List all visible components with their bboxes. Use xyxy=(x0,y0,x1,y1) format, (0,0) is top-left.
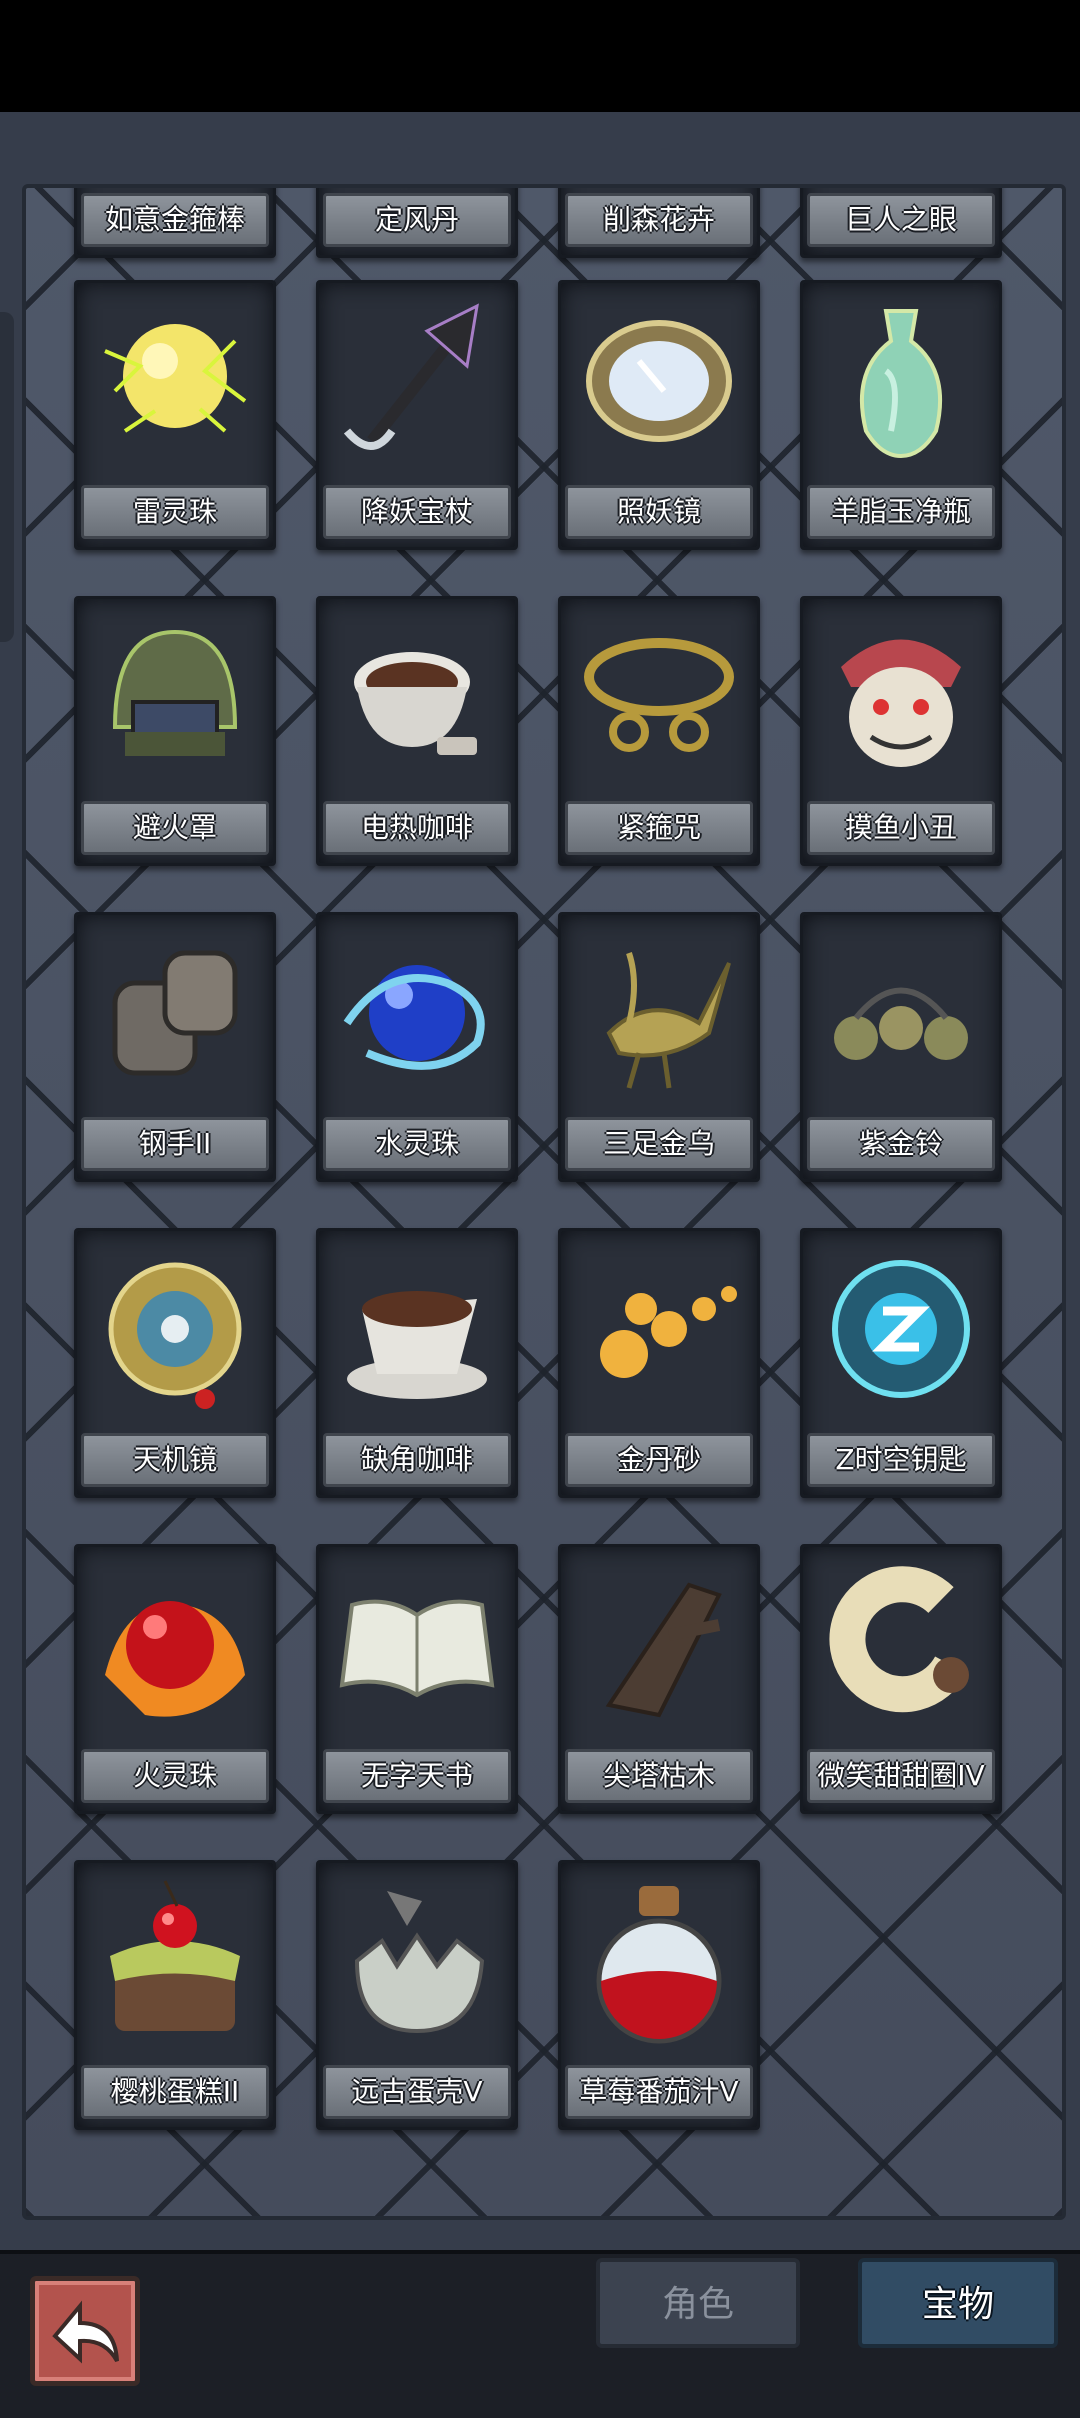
item-label: 电热咖啡 xyxy=(323,801,511,855)
item-label: 羊脂玉净瓶 xyxy=(807,485,995,539)
item-card-golden-headband[interactable]: 紧箍咒 xyxy=(558,596,760,866)
return-arrow-icon xyxy=(52,2300,119,2364)
item-label: 金丹砂 xyxy=(565,1433,753,1487)
back-button[interactable] xyxy=(30,2276,140,2386)
item-card-fire-orb[interactable]: 火灵珠 xyxy=(74,1544,276,1814)
item-card-partial[interactable]: 巨人之眼 xyxy=(800,188,1002,258)
golden-headband-icon xyxy=(569,607,749,787)
juice-potion-icon xyxy=(569,1871,749,2051)
item-label: 天机镜 xyxy=(81,1433,269,1487)
item-label: 避火罩 xyxy=(81,801,269,855)
blank-book-icon xyxy=(327,1555,507,1735)
golden-crow-icon xyxy=(569,923,749,1103)
jester-mask-icon xyxy=(811,607,991,787)
item-label: 三足金乌 xyxy=(565,1117,753,1171)
item-card-water-orb[interactable]: 水灵珠 xyxy=(316,912,518,1182)
item-card-ancient-eggshell[interactable]: 远古蛋壳V xyxy=(316,1860,518,2130)
fire-orb-icon xyxy=(85,1555,265,1735)
ancient-eggshell-icon xyxy=(327,1871,507,2051)
golden-pills-icon xyxy=(569,1239,749,1419)
treasure-grid[interactable]: 如意金箍棒 定风丹 削森花卉 巨人之眼 雷灵珠 降妖宝杖 照妖镜 羊脂玉净瓶 避… xyxy=(22,184,1066,2220)
item-label: 巨人之眼 xyxy=(807,193,995,247)
item-label: 缺角咖啡 xyxy=(323,1433,511,1487)
item-label: 微笑甜甜圈IV xyxy=(807,1749,995,1803)
demon-staff-icon xyxy=(327,291,507,471)
treasure-panel-frame: 如意金箍棒 定风丹 削森花卉 巨人之眼 雷灵珠 降妖宝杖 照妖镜 羊脂玉净瓶 避… xyxy=(0,112,1080,2250)
item-label: 尖塔枯木 xyxy=(565,1749,753,1803)
item-card-steel-gauntlet[interactable]: 钢手II xyxy=(74,912,276,1182)
item-label: 钢手II xyxy=(81,1117,269,1171)
side-handle[interactable] xyxy=(0,312,14,642)
item-card-donut[interactable]: 微笑甜甜圈IV xyxy=(800,1544,1002,1814)
item-card-fire-helmet[interactable]: 避火罩 xyxy=(74,596,276,866)
thunder-orb-icon xyxy=(85,291,265,471)
item-label: 照妖镜 xyxy=(565,485,753,539)
item-label: 远古蛋壳V xyxy=(323,2065,511,2119)
item-label: 雷灵珠 xyxy=(81,485,269,539)
item-label: 草莓番茄汁V xyxy=(565,2065,753,2119)
item-label: 摸鱼小丑 xyxy=(807,801,995,855)
item-card-z-key[interactable]: Z时空钥匙 xyxy=(800,1228,1002,1498)
item-label: 如意金箍棒 xyxy=(81,193,269,247)
demon-mirror-icon xyxy=(569,291,749,471)
item-card-cherry-cake[interactable]: 樱桃蛋糕II xyxy=(74,1860,276,2130)
bottom-navigation: 角色 宝物 xyxy=(0,2250,1080,2418)
broken-coffee-icon xyxy=(327,1239,507,1419)
item-label: 樱桃蛋糕II xyxy=(81,2065,269,2119)
item-label: 水灵珠 xyxy=(323,1117,511,1171)
item-card-partial[interactable]: 定风丹 xyxy=(316,188,518,258)
water-orb-icon xyxy=(327,923,507,1103)
item-label: 紧箍咒 xyxy=(565,801,753,855)
bagua-mirror-icon xyxy=(85,1239,265,1419)
z-spacetime-key-icon xyxy=(811,1239,991,1419)
item-label: 降妖宝杖 xyxy=(323,485,511,539)
item-card-demon-mirror[interactable]: 照妖镜 xyxy=(558,280,760,550)
item-card-golden-crow[interactable]: 三足金乌 xyxy=(558,912,760,1182)
tab-role[interactable]: 角色 xyxy=(596,2258,800,2348)
item-card-electric-coffee[interactable]: 电热咖啡 xyxy=(316,596,518,866)
item-card-bagua-mirror[interactable]: 天机镜 xyxy=(74,1228,276,1498)
item-card-demon-staff[interactable]: 降妖宝杖 xyxy=(316,280,518,550)
item-label: Z时空钥匙 xyxy=(807,1433,995,1487)
item-card-juice-potion[interactable]: 草莓番茄汁V xyxy=(558,1860,760,2130)
jade-vase-icon xyxy=(811,291,991,471)
item-card-thunder-orb[interactable]: 雷灵珠 xyxy=(74,280,276,550)
item-label: 紫金铃 xyxy=(807,1117,995,1171)
dead-wood-icon xyxy=(569,1555,749,1735)
item-label: 定风丹 xyxy=(323,193,511,247)
status-bar-area xyxy=(0,0,1080,112)
item-label: 无字天书 xyxy=(323,1749,511,1803)
item-card-broken-coffee[interactable]: 缺角咖啡 xyxy=(316,1228,518,1498)
item-card-blank-book[interactable]: 无字天书 xyxy=(316,1544,518,1814)
item-card-partial[interactable]: 削森花卉 xyxy=(558,188,760,258)
item-card-jester[interactable]: 摸鱼小丑 xyxy=(800,596,1002,866)
steel-gauntlet-icon xyxy=(85,923,265,1103)
item-card-golden-pills[interactable]: 金丹砂 xyxy=(558,1228,760,1498)
electric-coffee-icon xyxy=(327,607,507,787)
donut-icon xyxy=(811,1555,991,1735)
fire-helmet-icon xyxy=(85,607,265,787)
cherry-cake-icon xyxy=(85,1871,265,2051)
item-label: 火灵珠 xyxy=(81,1749,269,1803)
item-card-partial[interactable]: 如意金箍棒 xyxy=(74,188,276,258)
item-card-purple-gold-bells[interactable]: 紫金铃 xyxy=(800,912,1002,1182)
item-label: 削森花卉 xyxy=(565,193,753,247)
item-card-dead-wood[interactable]: 尖塔枯木 xyxy=(558,1544,760,1814)
purple-gold-bells-icon xyxy=(811,923,991,1103)
tab-treasure[interactable]: 宝物 xyxy=(858,2258,1058,2348)
item-card-jade-vase[interactable]: 羊脂玉净瓶 xyxy=(800,280,1002,550)
